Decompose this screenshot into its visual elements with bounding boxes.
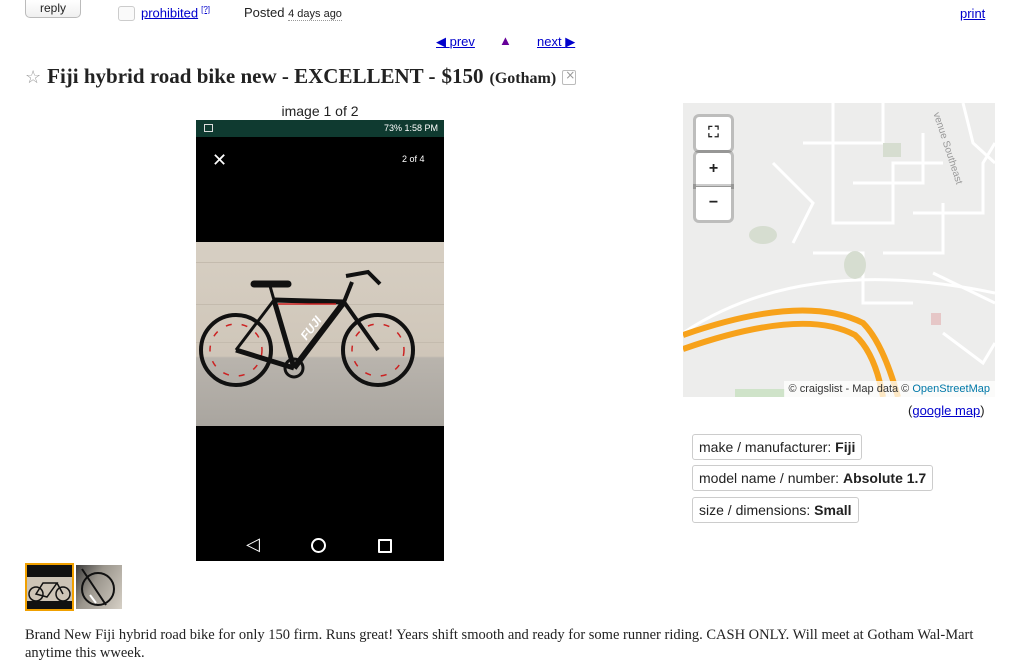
gallery-icon: [204, 124, 213, 132]
bicycle-closeup-thumb-icon: [81, 568, 115, 606]
hide-posting-icon[interactable]: [562, 68, 577, 85]
flag-checkbox[interactable]: [118, 6, 135, 21]
price: $150: [441, 64, 484, 88]
up-link[interactable]: ▲: [499, 33, 512, 48]
fullscreen-button[interactable]: ⛶: [696, 117, 731, 150]
print-link[interactable]: print: [960, 6, 985, 21]
location-map[interactable]: venue Southeast ⛶ + − © craigslist - Map…: [683, 103, 995, 397]
attr-label: model name / number:: [699, 470, 840, 486]
google-map: (google map): [908, 403, 985, 418]
posted-ago: 4 days ago: [288, 8, 342, 21]
title-text: Fiji hybrid road bike new - EXCELLENT -: [47, 64, 436, 88]
phone-status-bar: 73% 1:58 PM: [196, 120, 444, 137]
openstreetmap-link[interactable]: OpenStreetMap: [912, 383, 990, 395]
battery-percent: 73%: [383, 123, 402, 133]
map-attribution: © craigslist - Map data © OpenStreetMap: [783, 381, 995, 397]
attr-label: make / manufacturer:: [699, 439, 832, 455]
thumbnail-1[interactable]: [25, 563, 74, 611]
map-attribution-text: © craigslist - Map data ©: [788, 383, 910, 395]
main-image[interactable]: 73% 1:58 PM ✕ 2 of 4 FUJI ◁: [196, 120, 444, 561]
plus-icon: +: [708, 160, 719, 177]
phone-status-right: 73% 1:58 PM: [384, 123, 438, 133]
bicycle-illustration: FUJI: [199, 269, 415, 387]
posting-body: Brand New Fiji hybrid road bike for only…: [25, 627, 974, 661]
attr-value: Fiji: [835, 439, 856, 455]
location: (Gotham): [489, 70, 557, 87]
home-icon: [311, 538, 326, 553]
posted-date: Posted 4 days ago: [244, 5, 342, 21]
back-icon: ◁: [246, 534, 260, 554]
favorite-star-icon[interactable]: ☆: [25, 67, 41, 87]
attr-model: model name / number: Absolute 1.7: [692, 465, 934, 491]
attr-value: Absolute 1.7: [842, 470, 927, 486]
prohibited-flag[interactable]: prohibited [?]: [141, 5, 210, 20]
posted-label: Posted: [244, 5, 285, 20]
attr-size: size / dimensions: Small: [692, 497, 859, 523]
minus-icon: −: [708, 194, 719, 211]
prohibited-link[interactable]: prohibited: [141, 5, 198, 20]
phone-photo-count: 2 of 4: [402, 154, 425, 164]
attr-label: size / dimensions:: [699, 502, 811, 518]
next-link[interactable]: next ▶: [537, 34, 575, 50]
thumbnail-2[interactable]: [76, 565, 122, 609]
prohibited-help-link[interactable]: [?]: [201, 5, 210, 14]
phone-nav-bar: ◁: [196, 530, 444, 560]
prev-label: prev: [449, 34, 475, 49]
phone-time: 1:58 PM: [404, 123, 438, 133]
prev-link[interactable]: ◀ prev: [436, 34, 475, 50]
google-map-close-paren: ): [980, 403, 985, 418]
attr-value: Small: [814, 502, 852, 518]
posting-title: ☆ Fiji hybrid road bike new - EXCELLENT -…: [25, 64, 577, 89]
image-counter: image 1 of 2: [281, 103, 359, 119]
google-map-link[interactable]: google map: [912, 403, 980, 418]
recent-apps-icon: [378, 539, 392, 553]
reply-button[interactable]: reply: [25, 0, 81, 18]
fullscreen-icon: ⛶: [708, 124, 719, 141]
prev-arrow-icon: ◀: [436, 34, 446, 49]
close-icon: ✕: [212, 150, 228, 170]
next-arrow-icon: ▶: [565, 34, 576, 49]
zoom-in-button[interactable]: +: [696, 153, 731, 186]
bicycle-thumb-icon: [28, 582, 71, 602]
bike-photo: FUJI: [196, 242, 444, 426]
next-label: next: [537, 34, 562, 49]
attr-make: make / manufacturer: Fiji: [692, 434, 863, 460]
zoom-out-button[interactable]: −: [696, 187, 731, 220]
